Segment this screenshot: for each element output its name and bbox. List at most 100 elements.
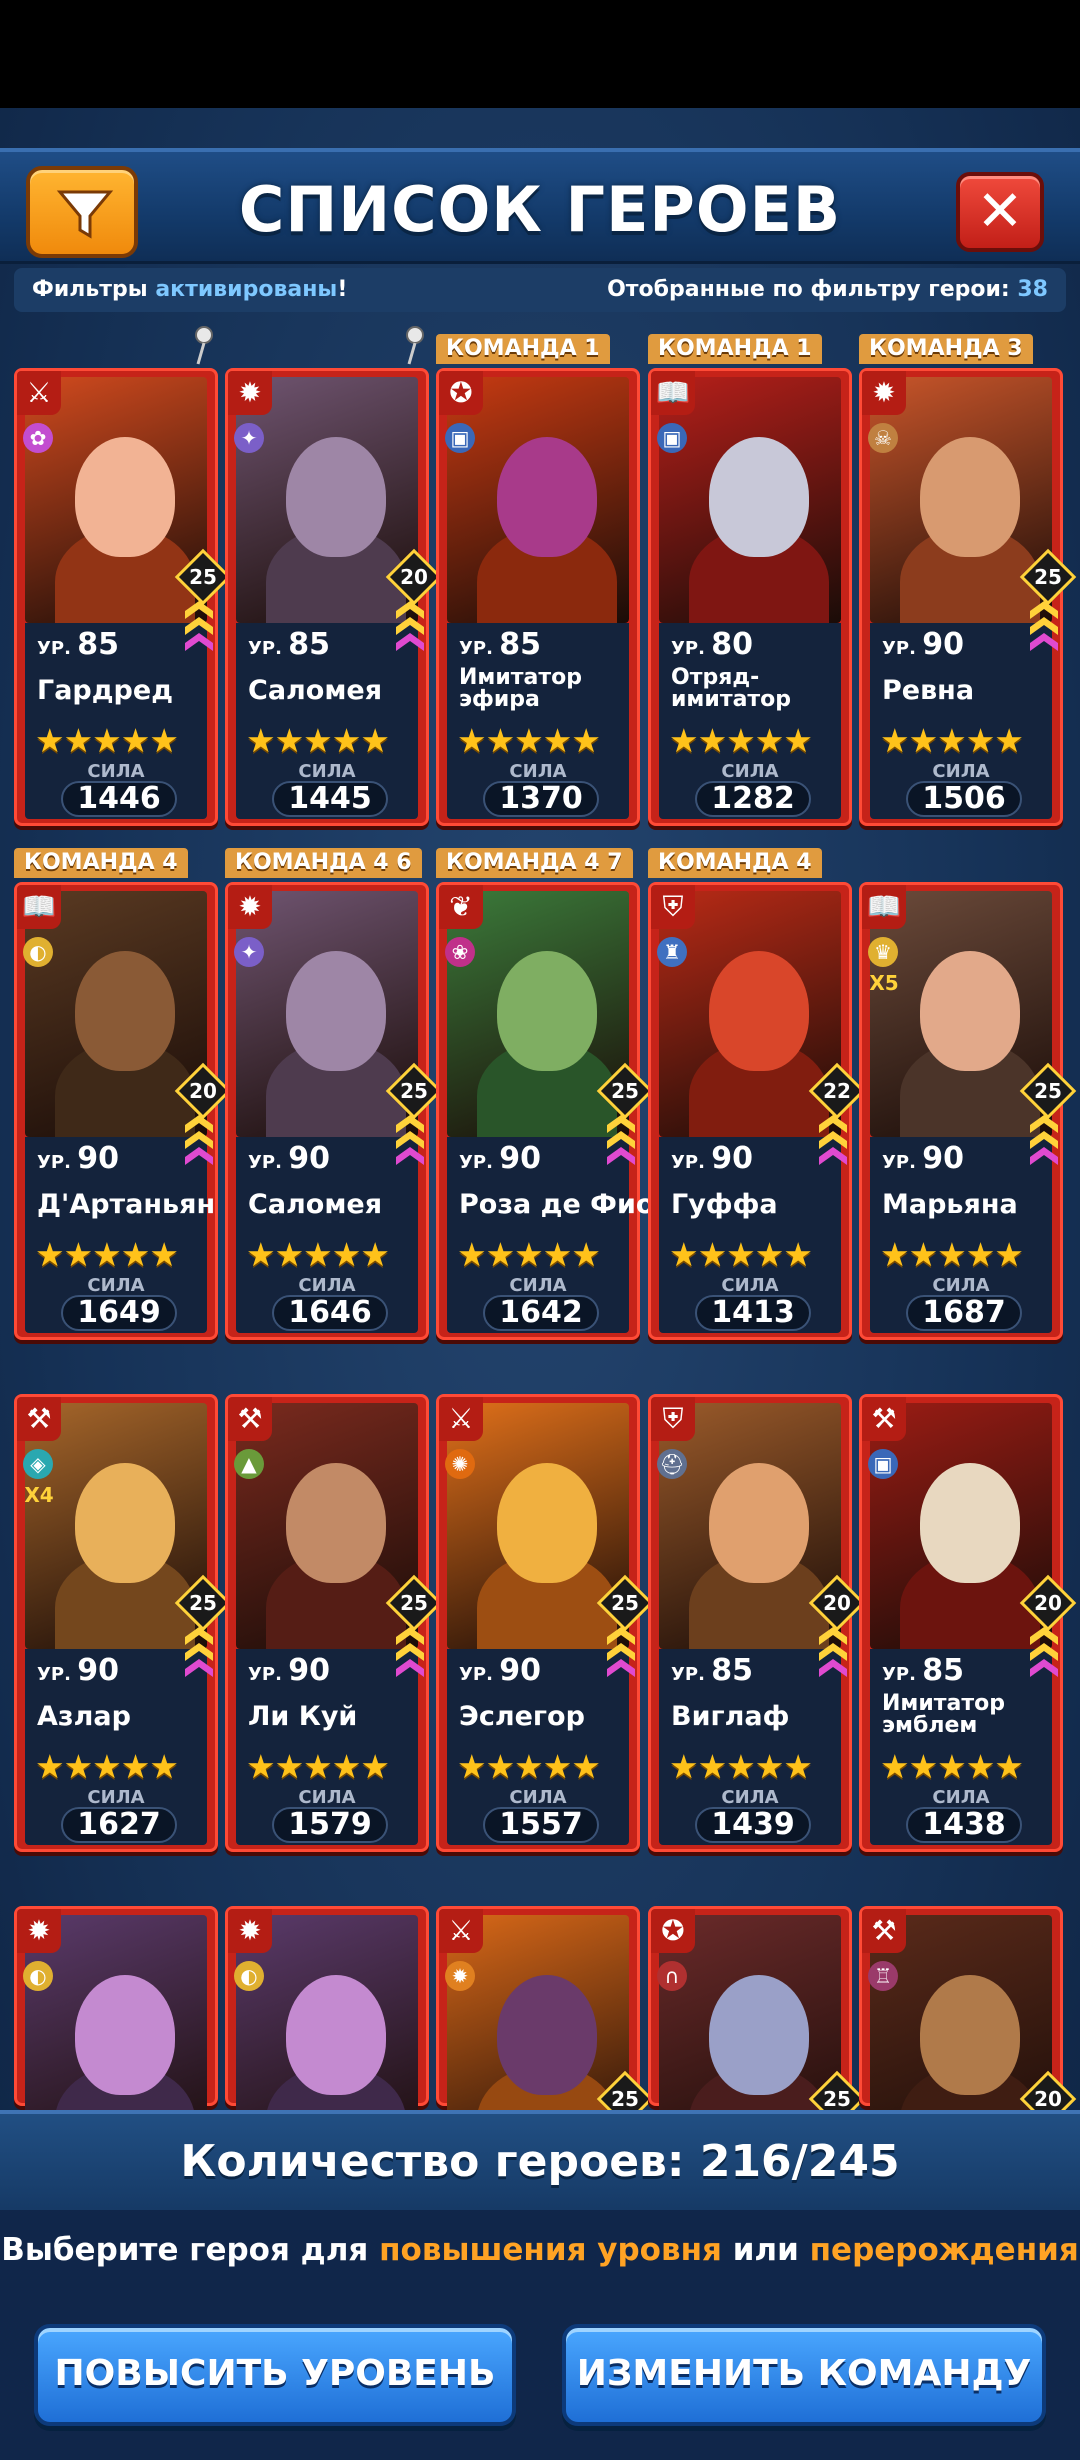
- ascension-chevrons: [396, 1627, 424, 1677]
- filter-status-value: активированы: [155, 277, 338, 302]
- hero-card[interactable]: УР. 90 Д'Артаньян ★★★★★ СИЛА 1649 20 📖 ◐: [14, 882, 232, 1340]
- horseshoe-icon: ∩: [657, 1961, 687, 1991]
- sun-icon: ✹: [445, 1961, 475, 1991]
- close-button[interactable]: ✕: [956, 172, 1044, 252]
- hero-info: УР. 80 Отряд-имитатор ★★★★★ СИЛА 1282: [659, 623, 841, 819]
- hero-level: УР. 90: [248, 1653, 330, 1688]
- hero-face: [286, 1975, 386, 2095]
- hero-info: УР. 85 Имитатор эмблем ★★★★★ СИЛА 1438: [870, 1649, 1052, 1845]
- bottom-panel: Выберите героя для повышения уровня или …: [0, 2210, 1080, 2460]
- hero-level: УР. 90: [37, 1653, 119, 1688]
- hero-level: УР. 85: [248, 627, 330, 662]
- ascension-chevrons: [396, 1115, 424, 1165]
- hero-name: Марьяна: [882, 1189, 1018, 1220]
- filter-button[interactable]: [26, 166, 138, 258]
- power-label: СИЛА: [87, 1275, 145, 1296]
- hero-level: УР. 90: [37, 1141, 119, 1176]
- hero-info: УР. 85 Гардред ★★★★★ СИЛА 1446: [25, 623, 207, 819]
- skull-icon: ☠: [868, 423, 898, 453]
- hero-info: УР. 90 Ревна ★★★★★ СИЛА 1506: [870, 623, 1052, 819]
- hero-card[interactable]: УР. 85 Гардред ★★★★★ СИЛА 1446 25 ⚔ ✿: [14, 368, 232, 826]
- hero-level: УР. 90: [882, 627, 964, 662]
- change-team-button[interactable]: ИЗМЕНИТЬ КОМАНДУ: [562, 2324, 1046, 2426]
- multiplier-badge: X4: [24, 1483, 54, 1507]
- hero-card[interactable]: УР. 90 Азлар ★★★★★ СИЛА 1627 25 ⚒ ◈ X4: [14, 1394, 232, 1852]
- hero-face: [709, 951, 809, 1071]
- hero-count: Количество героев: 216/245: [180, 2136, 900, 2187]
- hero-card[interactable]: УР. 90 Ревна ★★★★★ СИЛА 1506 25 ✹ ☠: [859, 368, 1077, 826]
- hero-face: [920, 1463, 1020, 1583]
- hero-stars: ★★★★★: [669, 721, 813, 760]
- hero-card[interactable]: ✹ ◐: [225, 1906, 429, 2110]
- hero-face: [709, 437, 809, 557]
- header-bar: СПИСОК ГЕРОЕВ ✕: [0, 148, 1080, 264]
- hero-card[interactable]: УР. 85 Виглаф ★★★★★ СИЛА 1439 20 ⛨ ⛑: [648, 1394, 866, 1852]
- hero-power: 1438: [906, 1807, 1022, 1843]
- hero-card[interactable]: УР. 85 Имитатор эмблем ★★★★★ СИЛА 1438 20 ⚒ ▣: [859, 1394, 1077, 1852]
- power-label: СИЛА: [509, 1275, 567, 1296]
- power-label: СИЛА: [87, 761, 145, 782]
- hero-name: Имитатор эмблем: [882, 1691, 1006, 1738]
- hero-face: [286, 951, 386, 1071]
- hero-card[interactable]: УР. 90 Гуффа ★★★★★ СИЛА 1413 22 ⛨ ♜: [648, 882, 866, 1340]
- hero-level: УР. 90: [248, 1141, 330, 1176]
- hero-info: УР. 85 Саломея ★★★★★ СИЛА 1445: [236, 623, 418, 819]
- filter-status: Фильтры активированы!: [32, 277, 348, 302]
- pentagram-icon: ✪: [439, 371, 483, 415]
- hero-card[interactable]: УР. 90 Саломея ★★★★★ СИЛА 1646 25 ✹ ✦: [225, 882, 443, 1340]
- hero-name: Имитатор эфира: [459, 665, 583, 712]
- hero-card[interactable]: УР. 85 Имитатор эфира ★★★★★ СИЛА 1370 ✪ ▣: [436, 368, 640, 826]
- hero-name: Отряд-имитатор: [671, 665, 792, 712]
- hero-card[interactable]: УР. 90 Ли Куй ★★★★★ СИЛА 1579 25 ⚒ ▲: [225, 1394, 443, 1852]
- hero-card[interactable]: УР. 85 Саломея ★★★★★ СИЛА 1445 20 ✹ ✦: [225, 368, 443, 826]
- hero-stars: ★★★★★: [880, 721, 1024, 760]
- hero-stars: ★★★★★: [35, 1747, 179, 1786]
- hero-name: Виглаф: [671, 1701, 790, 1732]
- hero-grid[interactable]: УР. 85 Гардред ★★★★★ СИЛА 1446 25 ⚔ ✿ УР. 85 Сало…: [0, 0, 1080, 2110]
- hero-card[interactable]: 25 ✪ ∩: [648, 1906, 866, 2110]
- hero-card[interactable]: УР. 90 Марьяна ★★★★★ СИЛА 1687 25 📖 ♛ X5: [859, 882, 1077, 1340]
- hero-card[interactable]: УР. 90 Роза де Фио ★★★★★ СИЛА 1642 25 ❦ ❀: [436, 882, 654, 1340]
- hero-card[interactable]: 25 ⚔ ✹: [436, 1906, 654, 2110]
- hero-power: 1446: [61, 781, 177, 817]
- hero-face: [75, 1975, 175, 2095]
- hero-face: [75, 1463, 175, 1583]
- hero-face: [75, 951, 175, 1071]
- hero-info: УР. 85 Имитатор эфира ★★★★★ СИЛА 1370: [447, 623, 629, 819]
- hero-level: УР. 90: [882, 1141, 964, 1176]
- hero-name: Саломея: [248, 675, 383, 706]
- swords-icon: ⚔: [439, 1909, 483, 1953]
- star-icon: ✦: [234, 423, 264, 453]
- close-icon: ✕: [976, 179, 1024, 244]
- ascension-chevrons: [607, 1627, 635, 1677]
- level-up-button[interactable]: ПОВЫСИТЬ УРОВЕНЬ: [34, 2324, 516, 2426]
- ascension-chevrons: [607, 1115, 635, 1165]
- pin-icon: [194, 326, 214, 366]
- hammer-icon: ⚒: [862, 1909, 906, 1953]
- hammer-icon: ⚒: [228, 1397, 272, 1441]
- hero-card[interactable]: УР. 80 Отряд-имитатор ★★★★★ СИЛА 1282 📖 ▣: [648, 368, 852, 826]
- hero-count-bar: Количество героев: 216/245: [0, 2110, 1080, 2210]
- hero-stars: ★★★★★: [35, 1235, 179, 1274]
- hero-power: 1557: [483, 1807, 599, 1843]
- team-tag: КОМАНДА 4: [14, 848, 188, 878]
- hero-card[interactable]: УР. 90 Эслегор ★★★★★ СИЛА 1557 25 ⚔ ✺: [436, 1394, 654, 1852]
- fire-icon: ✺: [445, 1449, 475, 1479]
- mimic-icon: ▣: [657, 423, 687, 453]
- hero-power: 1439: [695, 1807, 811, 1843]
- hero-stars: ★★★★★: [246, 1747, 390, 1786]
- filtered-count: Отобранные по фильтру герои: 38: [607, 277, 1048, 302]
- hero-face: [920, 437, 1020, 557]
- hammer-icon: ⚒: [862, 1397, 906, 1441]
- hero-stars: ★★★★★: [35, 721, 179, 760]
- hero-card[interactable]: 20 ⚒ ♖: [859, 1906, 1077, 2110]
- hero-power: 1506: [906, 781, 1022, 817]
- hero-face: [497, 951, 597, 1071]
- hero-name: Ревна: [882, 675, 975, 706]
- hero-face: [709, 1975, 809, 2095]
- hero-card[interactable]: ✹ ◐: [14, 1906, 218, 2110]
- hero-level: УР. 85: [882, 1653, 964, 1688]
- filtered-count-value: 38: [1017, 277, 1048, 302]
- hero-name: Саломея: [248, 1189, 383, 1220]
- hero-name: Гуффа: [671, 1189, 778, 1220]
